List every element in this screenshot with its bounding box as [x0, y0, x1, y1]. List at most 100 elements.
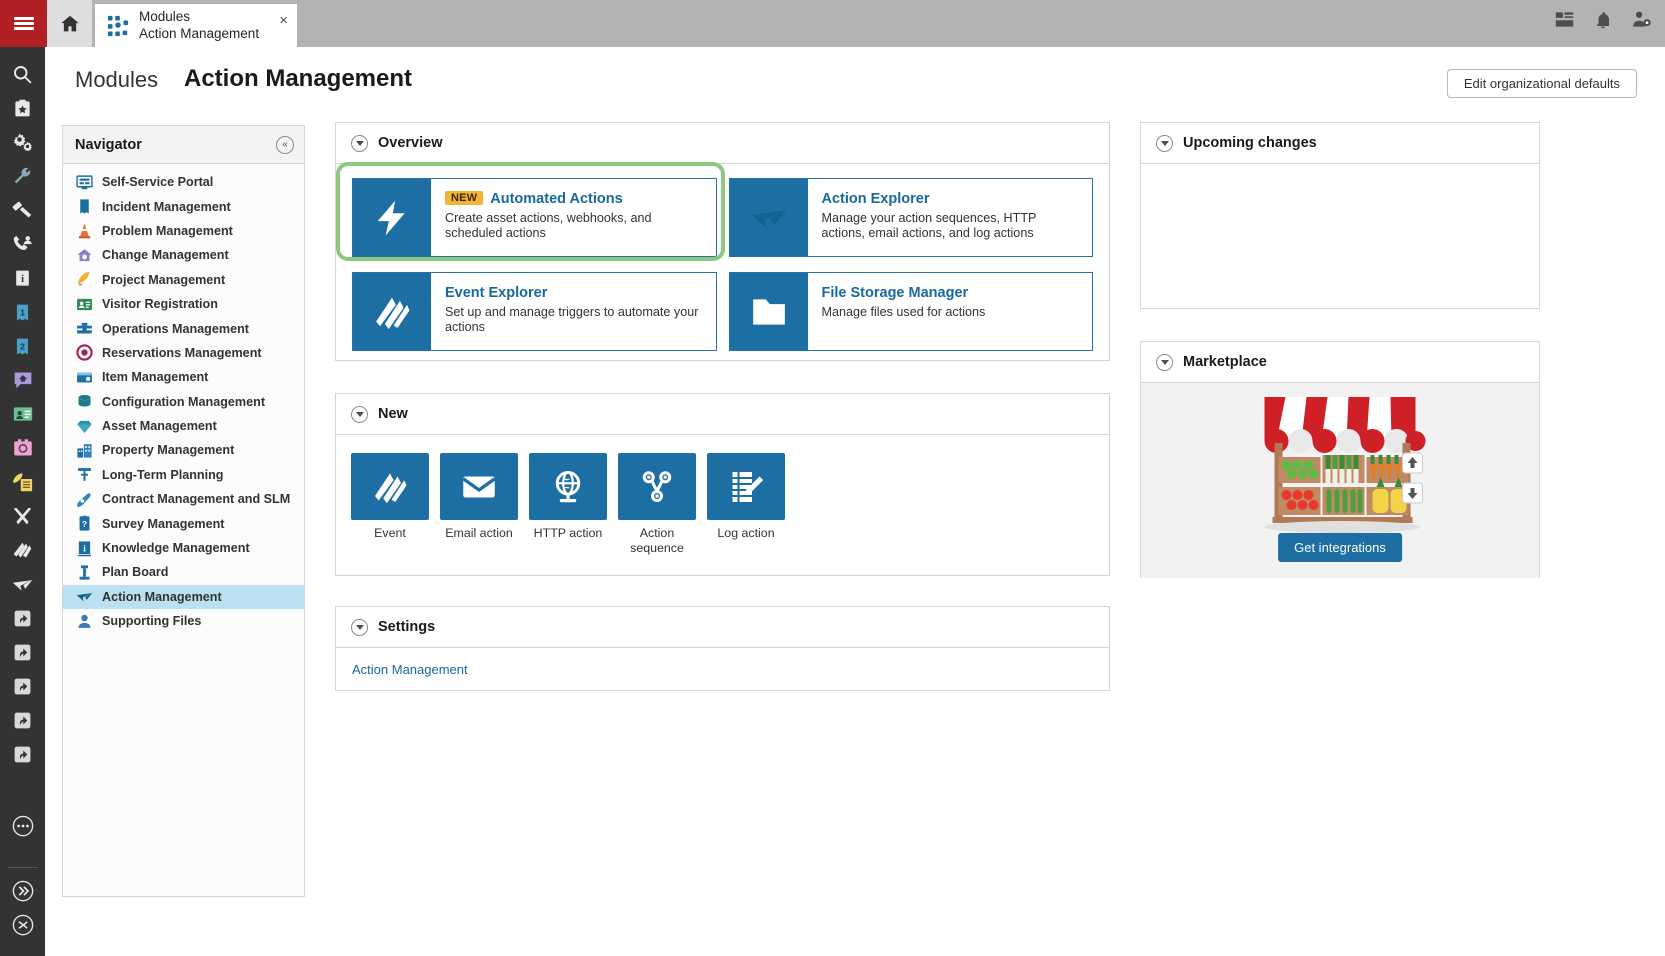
- sidebar-item-supporting-files[interactable]: Supporting Files: [63, 609, 304, 633]
- ticket-1-icon[interactable]: 1: [0, 295, 45, 329]
- sidebar-item-reservations-management[interactable]: Reservations Management: [63, 341, 304, 365]
- overview-tile-file-storage-manager[interactable]: File Storage Manager Manage files used fo…: [728, 272, 1093, 351]
- modules-icon: [107, 15, 129, 37]
- sidebar-item-incident-management[interactable]: Incident Management: [63, 194, 304, 218]
- close-tab-icon[interactable]: ×: [279, 13, 288, 28]
- svg-text:2: 2: [20, 341, 25, 351]
- tab-title-line2: Action Management: [139, 25, 260, 41]
- envelope-icon: [440, 453, 518, 520]
- sidebar-item-action-management[interactable]: Action Management: [63, 584, 304, 610]
- overview-title: Overview: [378, 135, 443, 151]
- shortcut-5-icon[interactable]: [0, 737, 45, 771]
- get-integrations-button[interactable]: Get integrations: [1278, 533, 1402, 562]
- phone-support-icon[interactable]: [0, 227, 45, 261]
- new-tile-http-action[interactable]: HTTP action: [529, 453, 607, 555]
- sidebar-item-long-term-planning[interactable]: Long-Term Planning: [63, 463, 304, 487]
- planning-icon: [75, 466, 93, 484]
- sidebar-item-label: Visitor Registration: [102, 297, 218, 312]
- sidebar-item-survey-management[interactable]: ? Survey Management: [63, 511, 304, 535]
- paper-plane-icon[interactable]: [0, 567, 45, 601]
- shortcut-3-icon[interactable]: [0, 669, 45, 703]
- rail-divider: [7, 867, 38, 868]
- collapse-icon[interactable]: «: [276, 135, 294, 154]
- svg-text:?: ?: [81, 519, 86, 529]
- chevron-down-icon[interactable]: [351, 134, 368, 152]
- camera-time-icon[interactable]: [0, 431, 45, 465]
- user-settings-icon[interactable]: [1632, 10, 1651, 34]
- settings-panel: Settings Action Management: [335, 606, 1110, 691]
- chat-home-icon[interactable]: [0, 363, 45, 397]
- settings-link-action-management[interactable]: Action Management: [352, 662, 468, 677]
- rocket-list-icon[interactable]: [0, 465, 45, 499]
- overview-tile-event-explorer[interactable]: Event Explorer Set up and manage triggers…: [352, 272, 717, 351]
- chevron-down-icon[interactable]: [351, 405, 368, 423]
- paint-roller-icon[interactable]: [0, 193, 45, 227]
- more-icon[interactable]: [0, 809, 45, 843]
- tools-icon[interactable]: [0, 499, 45, 533]
- chevron-down-icon[interactable]: [1156, 353, 1173, 371]
- settings-title: Settings: [378, 619, 436, 635]
- svg-text:i: i: [83, 543, 86, 553]
- help-icon[interactable]: [0, 908, 45, 942]
- overview-tile-title: Event Explorer: [445, 285, 548, 301]
- info-book-icon[interactable]: i: [0, 261, 45, 295]
- node-graph-icon: [618, 453, 696, 520]
- change-icon: [75, 246, 93, 264]
- globe-icon: [529, 453, 607, 520]
- sidebar-item-self-service-portal[interactable]: Self-Service Portal: [63, 170, 304, 194]
- sidebar-item-property-management[interactable]: Property Management: [63, 438, 304, 462]
- chevron-down-icon[interactable]: [1156, 134, 1173, 152]
- sidebar-item-operations-management[interactable]: Operations Management: [63, 316, 304, 340]
- sidebar-item-change-management[interactable]: Change Management: [63, 243, 304, 267]
- id-card-icon[interactable]: [0, 397, 45, 431]
- expand-icon[interactable]: [0, 874, 45, 908]
- chevron-down-icon[interactable]: [351, 618, 368, 636]
- ticket-2-icon[interactable]: 2: [0, 329, 45, 363]
- settings-header: Settings: [336, 607, 1109, 648]
- edit-organizational-defaults-button[interactable]: Edit organizational defaults: [1446, 69, 1637, 98]
- browser-tab-action-management[interactable]: Modules Action Management ×: [95, 4, 297, 47]
- sidebar-item-contract-management-and-slm[interactable]: Contract Management and SLM: [63, 487, 304, 511]
- new-tile-action-sequence[interactable]: Action sequence: [618, 453, 696, 555]
- wrench-icon[interactable]: [0, 159, 45, 193]
- sidebar-item-problem-management[interactable]: Problem Management: [63, 219, 304, 243]
- settings-body: Action Management: [336, 648, 1109, 679]
- knowledge-icon: i: [75, 539, 93, 557]
- home-icon[interactable]: [47, 0, 92, 47]
- gears-icon[interactable]: [0, 125, 45, 159]
- sidebar-item-knowledge-management[interactable]: i Knowledge Management: [63, 536, 304, 560]
- sidebar-item-plan-board[interactable]: Plan Board: [63, 560, 304, 584]
- pen-icon: [75, 490, 93, 508]
- upcoming-changes-header: Upcoming changes: [1141, 123, 1539, 164]
- bell-icon[interactable]: [1594, 11, 1612, 34]
- shortcut-4-icon[interactable]: [0, 703, 45, 737]
- new-tile-log-action[interactable]: Log action: [707, 453, 785, 555]
- overview-tile-action-explorer[interactable]: Action Explorer Manage your action sequen…: [728, 178, 1093, 257]
- shortcut-1-icon[interactable]: [0, 601, 45, 635]
- overview-tile-desc: Set up and manage triggers to automate y…: [445, 305, 699, 335]
- search-icon[interactable]: [0, 57, 45, 91]
- svg-text:i: i: [21, 274, 24, 285]
- clipboard-star-icon[interactable]: [0, 91, 45, 125]
- book-fan-icon[interactable]: [0, 533, 45, 567]
- top-bar: Modules Action Management ×: [0, 0, 1665, 47]
- sidebar-item-item-management[interactable]: Item Management: [63, 365, 304, 389]
- sidebar-item-project-management[interactable]: Project Management: [63, 268, 304, 292]
- shortcut-2-icon[interactable]: [0, 635, 45, 669]
- hamburger-menu-icon[interactable]: [0, 0, 47, 47]
- overview-tile-automated-actions[interactable]: NEW Automated Actions Create asset actions…: [352, 178, 717, 257]
- overview-panel: Overview NEW Automated Actions Create asse…: [335, 122, 1110, 361]
- topbar-right-icons: [1555, 10, 1651, 34]
- breadcrumb[interactable]: Modules: [75, 67, 158, 93]
- book-fan-icon: [353, 273, 431, 350]
- navigator-header: Navigator «: [63, 126, 304, 164]
- sidebar-item-asset-management[interactable]: Asset Management: [63, 414, 304, 438]
- new-tile-label: Action sequence: [630, 526, 684, 555]
- sidebar-item-configuration-management[interactable]: Configuration Management: [63, 390, 304, 414]
- new-tile-email-action[interactable]: Email action: [440, 453, 518, 555]
- layout-icon[interactable]: [1555, 10, 1574, 34]
- new-tile-event[interactable]: Event: [351, 453, 429, 555]
- sidebar-item-visitor-registration[interactable]: Visitor Registration: [63, 292, 304, 316]
- overview-tiles: NEW Automated Actions Create asset actions…: [336, 164, 1109, 367]
- new-tile-label: Event: [374, 526, 406, 540]
